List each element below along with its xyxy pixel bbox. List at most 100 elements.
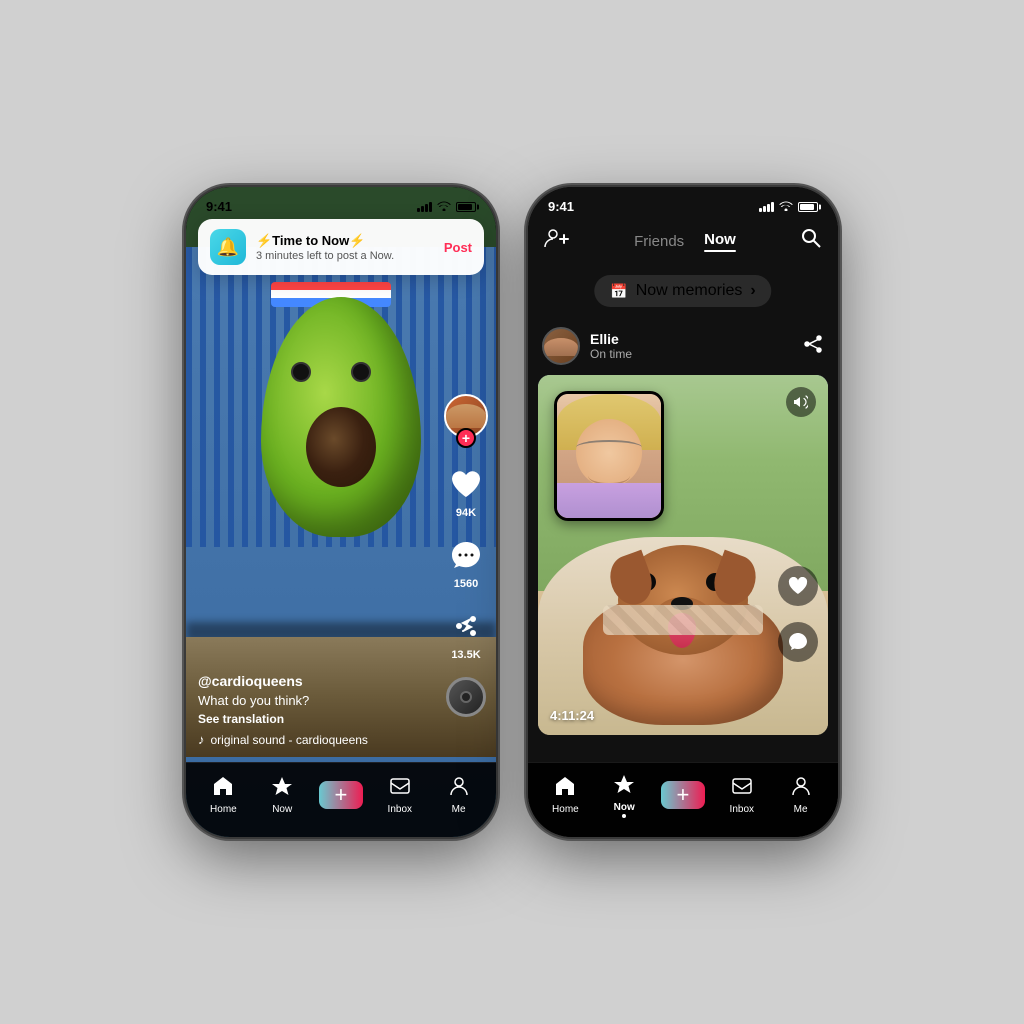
status-bar: 9:41	[186, 187, 496, 218]
bottom-navigation-2: Home Now +	[528, 762, 838, 837]
bottom-navigation: Home Now + Inbox	[186, 762, 496, 837]
page-tabs: Friends Now	[634, 231, 736, 252]
volume-button[interactable]	[786, 387, 816, 417]
like-count: 94K	[456, 507, 476, 519]
search-button[interactable]	[800, 227, 822, 255]
front-camera-selfie	[554, 391, 664, 521]
profile-icon	[448, 775, 470, 801]
add-friend-button[interactable]	[544, 227, 570, 255]
follow-plus-button[interactable]: +	[456, 428, 476, 448]
avocado-body-outer	[261, 297, 421, 537]
comment-count: 1560	[454, 578, 478, 590]
nav-inbox-2[interactable]: Inbox	[712, 775, 771, 815]
tab-friends[interactable]: Friends	[634, 233, 684, 250]
share-icon	[446, 606, 486, 646]
share-button[interactable]: 13.5K	[446, 606, 486, 661]
nav-create[interactable]: +	[312, 781, 371, 809]
memories-label: Now memories	[636, 282, 743, 300]
nav-create-2[interactable]: +	[654, 781, 713, 809]
nav-now-label-2: Now	[614, 802, 635, 813]
video-description: What do you think?	[198, 693, 436, 708]
nav-me-label-2: Me	[794, 804, 808, 815]
like-button-now[interactable]	[778, 566, 818, 606]
nav-me[interactable]: Me	[429, 775, 488, 815]
avocado-eyes	[291, 362, 371, 382]
tab-now[interactable]: Now	[704, 231, 736, 252]
nav-active-dot	[622, 814, 626, 818]
tab-active-indicator	[704, 250, 736, 252]
create-button-2[interactable]: +	[661, 781, 705, 809]
music-button[interactable]	[446, 677, 486, 717]
heart-icon	[446, 464, 486, 504]
nav-now-label: Now	[272, 804, 292, 815]
share-count: 13.5K	[451, 649, 480, 661]
nav-now[interactable]: Now	[253, 775, 312, 815]
post-card: Ellie On time	[528, 317, 838, 762]
comment-button-now[interactable]	[778, 622, 818, 662]
nav-home-2[interactable]: Home	[536, 775, 595, 815]
post-photo[interactable]: 4:11:24	[538, 375, 828, 735]
calendar-icon: 📅	[610, 283, 627, 300]
home-icon-2	[554, 775, 576, 801]
notification-title: ⚡Time to Now⚡	[256, 233, 434, 249]
avocado-stone	[306, 407, 376, 487]
plus-icon: +	[335, 782, 348, 808]
music-disc-icon	[446, 677, 486, 717]
post-share-button[interactable]	[802, 332, 824, 360]
notification-text: ⚡Time to Now⚡ 3 minutes left to post a N…	[256, 233, 434, 262]
battery-icon-2	[798, 202, 818, 212]
creator-username[interactable]: @cardioqueens	[198, 673, 436, 689]
creator-avatar[interactable]: +	[444, 394, 488, 448]
sound-info[interactable]: ♪ original sound - cardioqueens	[198, 732, 436, 747]
notification-body: 3 minutes left to post a Now.	[256, 250, 434, 262]
memories-pill[interactable]: 📅 Now memories ›	[594, 275, 771, 307]
music-note-icon: ♪	[198, 732, 205, 747]
nav-inbox[interactable]: Inbox	[370, 775, 429, 815]
phone-1: 9:41	[186, 187, 496, 837]
nav-inbox-label: Inbox	[388, 804, 412, 815]
nav-home-label-2: Home	[552, 804, 579, 815]
home-icon	[212, 775, 234, 801]
post-user-details: Ellie On time	[590, 331, 632, 361]
battery-icon	[456, 202, 476, 212]
avocado-costume	[251, 267, 431, 587]
sound-name: original sound - cardioqueens	[211, 733, 368, 747]
nav-now-2[interactable]: Now	[595, 773, 654, 818]
nav-me-2[interactable]: Me	[771, 775, 830, 815]
post-time: On time	[590, 347, 632, 361]
nav-me-label: Me	[452, 804, 466, 815]
wifi-icon-2	[779, 200, 793, 214]
status-icons-2	[759, 200, 818, 214]
post-header: Ellie On time	[528, 317, 838, 375]
status-time-2: 9:41	[548, 199, 574, 214]
post-user-avatar[interactable]	[542, 327, 580, 365]
video-info: @cardioqueens What do you think? See tra…	[198, 673, 436, 747]
post-username: Ellie	[590, 331, 632, 347]
post-user-info: Ellie On time	[542, 327, 632, 365]
inbox-icon	[389, 775, 411, 801]
like-button[interactable]: 94K	[446, 464, 486, 519]
now-icon-2	[613, 773, 635, 799]
see-translation-link[interactable]: See translation	[198, 712, 436, 726]
notification-action-button[interactable]: Post	[444, 240, 472, 255]
signal-icon-2	[759, 202, 774, 212]
status-icons	[417, 200, 476, 214]
nav-home-label: Home	[210, 804, 237, 815]
now-icon	[271, 775, 293, 801]
status-bar-2: 9:41	[528, 187, 838, 218]
phone-2: 9:41	[528, 187, 838, 837]
nav-home[interactable]: Home	[194, 775, 253, 815]
nav-inbox-label-2: Inbox	[730, 804, 754, 815]
notification-app-icon: 🔔	[210, 229, 246, 265]
memories-arrow: ›	[750, 282, 755, 300]
phone-2-screen: 9:41	[528, 187, 838, 837]
inbox-icon-2	[731, 775, 753, 801]
notification-banner[interactable]: 🔔 ⚡Time to Now⚡ 3 minutes left to post a…	[198, 219, 484, 275]
signal-icon	[417, 202, 432, 212]
status-time: 9:41	[206, 199, 232, 214]
video-actions: + 94K	[444, 394, 488, 717]
wifi-icon	[437, 200, 451, 214]
phone-1-screen: 9:41	[186, 187, 496, 837]
create-button[interactable]: +	[319, 781, 363, 809]
comment-button[interactable]: 1560	[446, 535, 486, 590]
